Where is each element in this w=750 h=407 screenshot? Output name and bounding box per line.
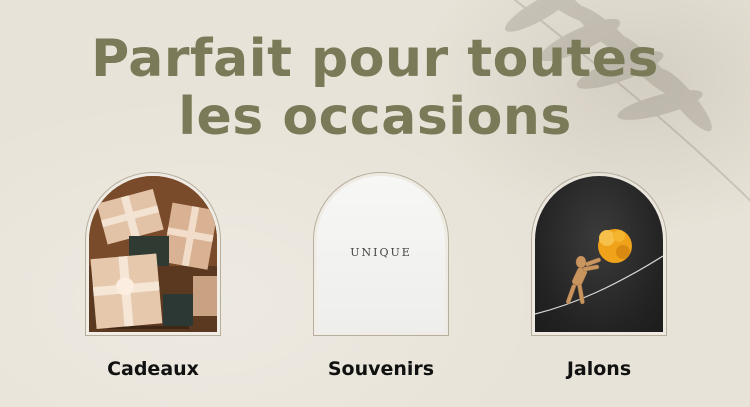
unique-stamp-text: UNIQUE	[350, 246, 412, 259]
wooden-figure-illustration	[535, 229, 663, 315]
card-jalons	[531, 172, 667, 336]
card-label-cadeaux: Cadeaux	[107, 358, 199, 380]
wooden-figure-image	[535, 176, 663, 332]
headline-line-2: les occasions	[178, 87, 572, 147]
card-souvenirs: UNIQUE	[313, 172, 449, 336]
unique-card-image: UNIQUE	[317, 176, 445, 332]
gift-boxes-image	[89, 176, 217, 332]
headline-line-1: Parfait pour toutes	[91, 29, 659, 89]
card-label-jalons: Jalons	[566, 358, 632, 380]
gift-boxes-illustration	[89, 176, 217, 332]
page-headline: Parfait pour toutes les occasions	[0, 30, 750, 146]
card-cadeaux	[85, 172, 221, 336]
card-label-souvenirs: Souvenirs	[327, 358, 435, 380]
